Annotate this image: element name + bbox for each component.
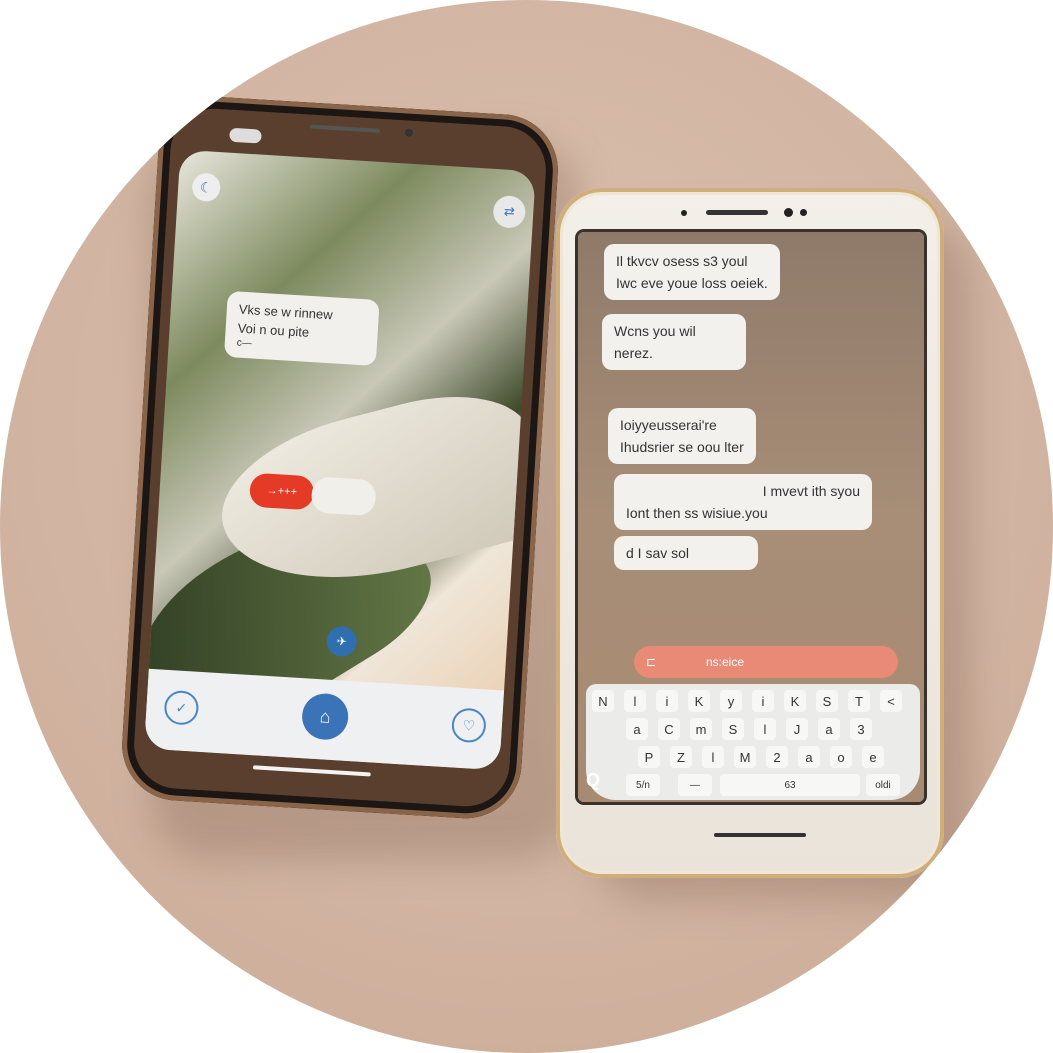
message-bubble: Ioiyyeusserai're Ihudsrier se oou lter: [608, 408, 756, 464]
status-pill: [229, 127, 262, 144]
message-line: nerez.: [614, 345, 653, 361]
red-action-button[interactable]: →+++: [248, 472, 315, 511]
front-camera: [784, 208, 793, 217]
keyboard-key[interactable]: l: [702, 746, 724, 768]
keyboard-key[interactable]: M: [734, 746, 756, 768]
keyboard-bottom-key[interactable]: 63: [720, 774, 860, 796]
shutter-icon[interactable]: ⌂: [300, 692, 350, 741]
message-line: Iwc eve youe loss oeiek.: [616, 275, 768, 291]
keyboard-key[interactable]: J: [786, 718, 808, 740]
speaker-grille: [706, 210, 768, 215]
home-indicator[interactable]: [252, 765, 371, 777]
camera-switch-icon[interactable]: ⇄: [492, 194, 527, 229]
keyboard-key[interactable]: e: [862, 746, 884, 768]
message-line: d I sav sol: [626, 545, 690, 561]
keyboard-key[interactable]: y: [720, 690, 742, 712]
keyboard-key[interactable]: K: [688, 690, 710, 712]
keyboard-key[interactable]: a: [798, 746, 820, 768]
keyboard-key[interactable]: a: [818, 718, 840, 740]
keyboard-key[interactable]: S: [816, 690, 838, 712]
keyboard-key[interactable]: C: [658, 718, 680, 740]
input-label: ns:eice: [706, 655, 745, 669]
filter-icon[interactable]: ♡: [450, 707, 487, 744]
message-line: Ioiyyeusserai're: [620, 417, 717, 433]
gallery-icon[interactable]: ✓: [163, 689, 200, 726]
keyboard-bottom-key[interactable]: —: [678, 774, 712, 796]
keyboard-key[interactable]: i: [752, 690, 774, 712]
keyboard-key[interactable]: S: [722, 718, 744, 740]
right-screen: Il tkvcv osess s3 youl Iwc eve youe loss…: [578, 232, 924, 802]
camera-bottom-bar: ✓ ⌂ ♡: [143, 668, 505, 771]
keyboard-key[interactable]: N: [592, 690, 614, 712]
left-screen: ☾ ⇄ Vks se w rinnew Voi n ou pite c— →++…: [143, 149, 536, 771]
keyboard-bottom-key[interactable]: oldi: [866, 774, 900, 796]
search-icon[interactable]: Q: [586, 770, 600, 791]
front-camera: [404, 128, 414, 137]
sensor-dot: [800, 209, 807, 216]
moon-icon[interactable]: ☾: [191, 172, 222, 203]
white-pill-button[interactable]: [310, 476, 377, 517]
message-line: Il tkvcv osess s3 youl: [616, 253, 748, 269]
right-phone: Il tkvcv osess s3 youl Iwc eve youe loss…: [556, 188, 944, 878]
message-bubble: Wcns you wil nerez.: [602, 314, 746, 370]
message-line: I mvevt ith syou: [762, 483, 860, 499]
message-bubble: Vks se w rinnew Voi n ou pite c—: [223, 290, 380, 367]
keyboard: Nl i Ky i K S T < a Cm Sl Ja 3 P Zl M 2 a o e 5/n —63 oldi: [586, 684, 920, 800]
message-bubble: d I sav sol: [614, 536, 758, 570]
message-line: Wcns you wil: [614, 323, 696, 339]
attach-icon[interactable]: ⊏: [646, 655, 706, 669]
left-phone: ☾ ⇄ Vks se w rinnew Voi n ou pite c— →++…: [118, 93, 562, 822]
keyboard-key[interactable]: K: [784, 690, 806, 712]
keyboard-key[interactable]: Z: [670, 746, 692, 768]
message-input[interactable]: ⊏ ns:eice: [634, 646, 898, 678]
keyboard-key[interactable]: T: [848, 690, 870, 712]
keyboard-key[interactable]: m: [690, 718, 712, 740]
message-bubble: Il tkvcv osess s3 youl Iwc eve youe loss…: [604, 244, 780, 300]
home-indicator[interactable]: [714, 833, 806, 837]
keyboard-key[interactable]: o: [830, 746, 852, 768]
keyboard-key[interactable]: 2: [766, 746, 788, 768]
message-line: Iont then ss wisiue.you: [626, 505, 768, 521]
speaker-grille: [310, 124, 381, 133]
message-bubble-sent: I mvevt ith syou Iont then ss wisiue.you: [614, 474, 872, 530]
keyboard-key[interactable]: l: [624, 690, 646, 712]
keyboard-key[interactable]: i: [656, 690, 678, 712]
keyboard-key[interactable]: P: [638, 746, 660, 768]
message-line: Ihudsrier se oou lter: [620, 439, 744, 455]
keyboard-key[interactable]: l: [754, 718, 776, 740]
sensor-dot: [681, 210, 687, 216]
keyboard-bottom-key[interactable]: 5/n: [626, 774, 660, 796]
background-circle: ☾ ⇄ Vks se w rinnew Voi n ou pite c— →++…: [0, 0, 1053, 1053]
keyboard-key[interactable]: <: [880, 690, 902, 712]
keyboard-key[interactable]: 3: [850, 718, 872, 740]
keyboard-key[interactable]: a: [626, 718, 648, 740]
